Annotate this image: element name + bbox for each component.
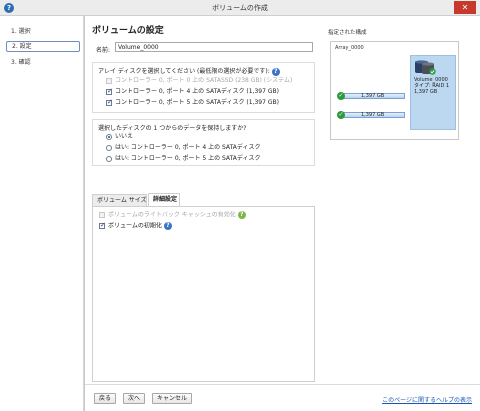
help-icon[interactable]: ? [237,211,246,219]
disk-size: 1,397 GB [361,112,385,118]
advanced-tab-panel: ボリュームのライトバック キャッシュの有効化? ボリュームの初期化? [92,206,315,382]
tab-advanced[interactable]: 詳細設定 [148,193,180,206]
help-icon[interactable]: ? [271,67,280,76]
volume-tile[interactable]: Volume_0000 タイプ: RAID 1 1,397 GB [410,55,456,130]
main-panel: ボリュームの設定 名前: アレイ ディスクを選択してください (最低限の選択が必… [85,16,480,411]
help-icon[interactable]: ? [163,222,172,230]
disk-select-prompt-text: アレイ ディスクを選択してください (最低限の選択が必要です): [98,68,270,75]
initialize-label: ボリュームの初期化 [108,222,162,230]
disk-label: コントローラー 0, ポート 5 上の SATAディスク (1,397 GB) [115,99,279,106]
disk-label: コントローラー 0, ポート 0 上の SATASSD (238 GB) (シス… [115,77,293,84]
keep-data-prompt: 選択したディスクの 1 つからのデータを保持しますか? [98,125,247,132]
step-settings[interactable]: 2. 設定 [6,41,80,52]
volume-size: 1,397 GB [414,89,438,95]
tab-volume-size[interactable]: ボリューム サイズ [92,194,147,206]
disk-checkbox[interactable] [106,87,113,95]
close-button[interactable]: ✕ [454,1,476,14]
volume-info: Volume_0000 タイプ: RAID 1 1,397 GB [414,77,449,95]
array-disk: ✓ 1,397 GB [337,111,407,119]
initialize-checkbox[interactable] [99,221,106,229]
keep-radio[interactable] [106,133,112,140]
config-preview: Array_0000 ✓ 1,397 GB ✓ 1,397 GB Volume_… [330,41,459,140]
step-select[interactable]: 1. 選択 [6,26,80,37]
keep-label: はい: コントローラー 0, ポート 5 上の SATAディスク [115,155,261,162]
disk-select-prompt: アレイ ディスクを選択してください (最低限の選択が必要です):? [98,66,280,76]
disk-selection-group: アレイ ディスクを選択してください (最低限の選択が必要です):? コントローラ… [92,62,315,113]
cancel-button[interactable]: キャンセル [152,393,193,404]
page-title: ボリュームの設定 [92,26,164,36]
array-disk: ✓ 1,397 GB [337,92,407,100]
volume-icon [415,60,436,75]
disk-checkbox[interactable] [106,98,113,106]
config-panel-title: 指定された構成 [328,30,367,36]
keep-label: はい: コントローラー 0, ポート 4 上の SATAディスク [115,144,261,151]
check-icon: ✓ [337,111,345,119]
name-label: 名前: [96,47,111,54]
footer: 戻る 次へ キャンセル このページに関するヘルプの表示 [85,384,480,411]
next-button[interactable]: 次へ [123,393,146,404]
disk-option-port4[interactable]: コントローラー 0, ポート 4 上の SATAディスク (1,397 GB) [106,87,279,96]
keep-label: いいえ [115,133,134,140]
keep-option-no[interactable]: いいえ [106,133,133,141]
disk-option-ssd: コントローラー 0, ポート 0 上の SATASSD (238 GB) (シス… [106,77,292,85]
keep-option-port5[interactable]: はい: コントローラー 0, ポート 5 上の SATAディスク [106,155,260,163]
disk-label: コントローラー 0, ポート 4 上の SATAディスク (1,397 GB) [115,88,279,95]
keep-radio[interactable] [106,155,112,162]
step-confirm[interactable]: 3. 確認 [6,57,80,68]
back-button[interactable]: 戻る [94,393,117,404]
initialize-option[interactable]: ボリュームの初期化? [99,221,172,230]
window-title: ボリュームの作成 [212,4,268,12]
keep-option-port4[interactable]: はい: コントローラー 0, ポート 4 上の SATAディスク [106,144,260,152]
write-back-checkbox [99,212,105,218]
disk-checkbox [106,77,112,84]
check-icon: ✓ [337,92,345,100]
array-name: Array_0000 [335,45,364,51]
wizard-steps-sidebar: 1. 選択 2. 設定 3. 確認 [0,16,84,411]
keep-data-group: 選択したディスクの 1 つからのデータを保持しますか? いいえ はい: コントロ… [92,119,315,166]
disk-option-port5[interactable]: コントローラー 0, ポート 5 上の SATAディスク (1,397 GB) [106,98,279,107]
write-back-label: ボリュームのライトバック キャッシュの有効化 [108,211,236,219]
keep-radio[interactable] [106,144,112,151]
help-link[interactable]: このページに関するヘルプの表示 [382,395,472,404]
write-back-option: ボリュームのライトバック キャッシュの有効化? [99,211,246,219]
volume-name-input[interactable] [115,42,313,52]
disk-size: 1,397 GB [361,93,385,99]
title-bar: ? ボリュームの作成 ✕ [0,0,480,16]
